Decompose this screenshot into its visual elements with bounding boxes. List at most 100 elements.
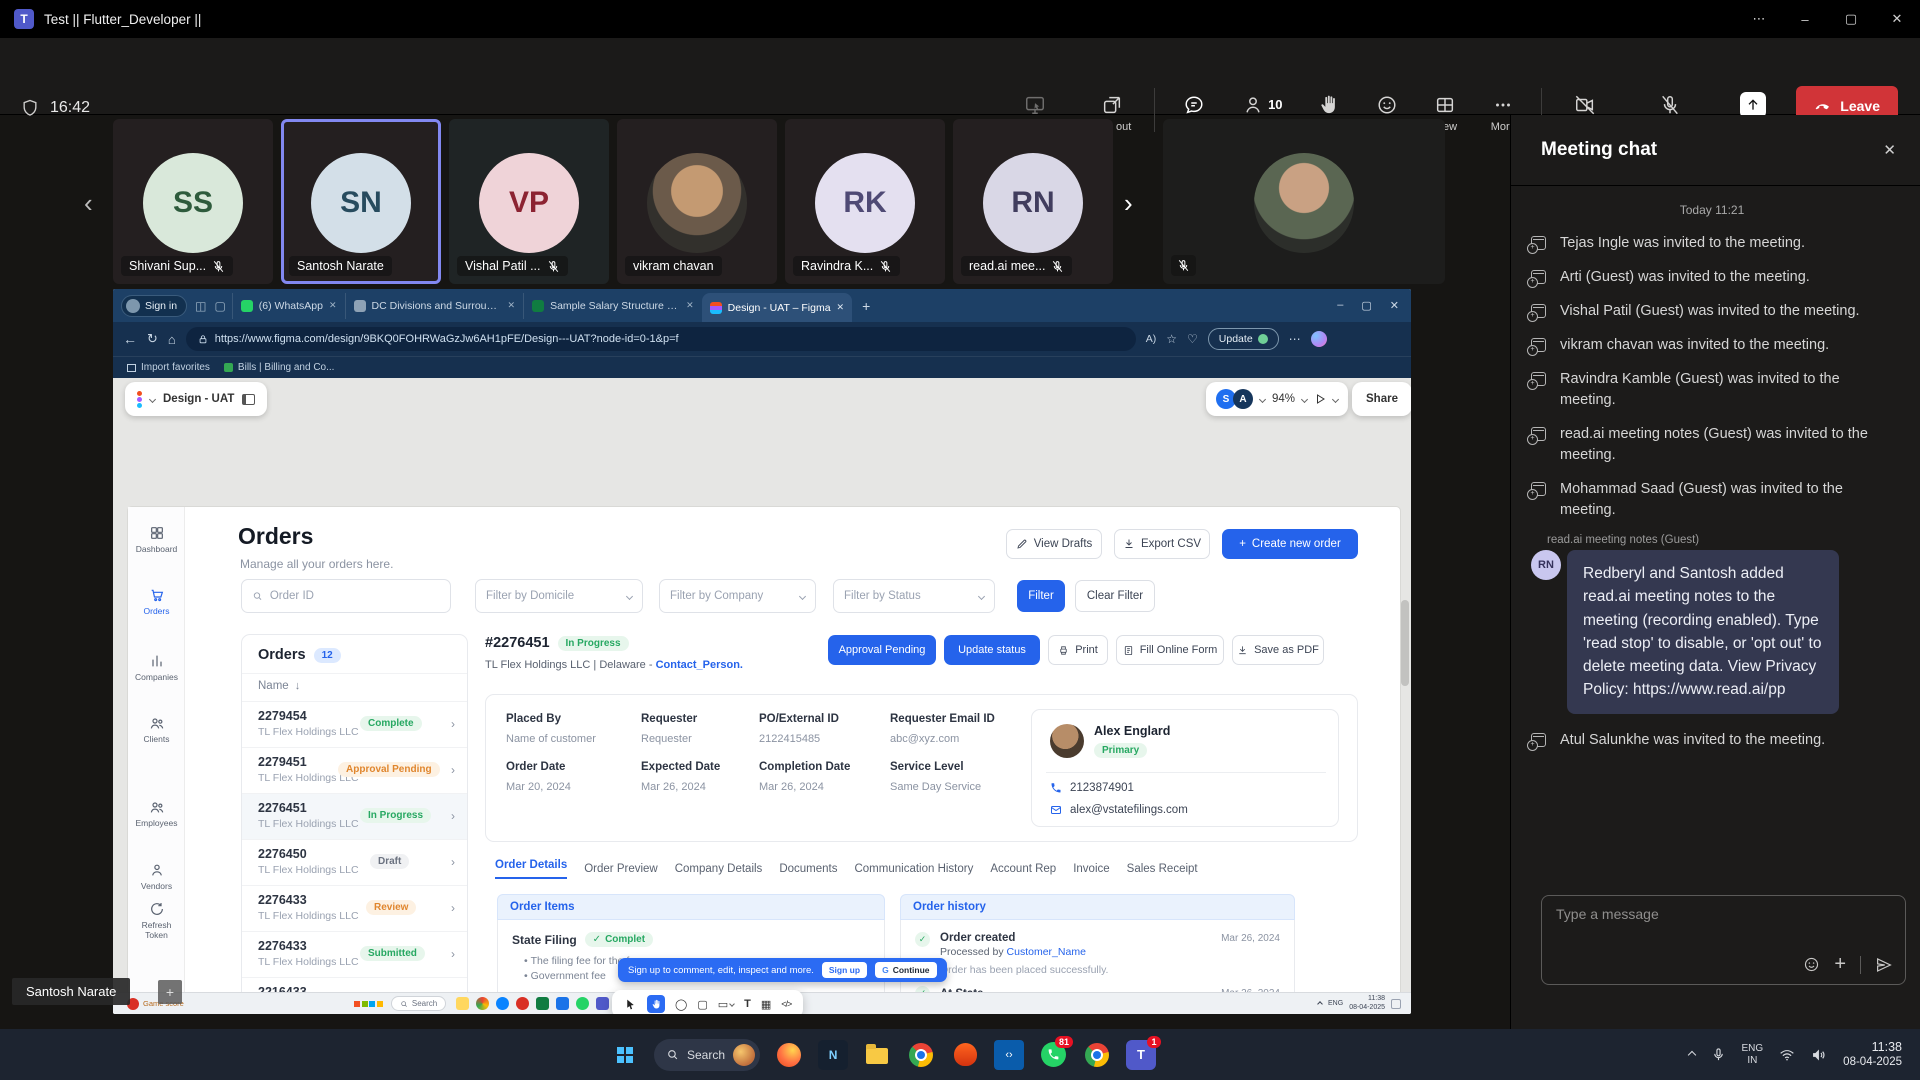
- browser-minimize-icon[interactable]: –: [1337, 299, 1343, 312]
- browser-tab[interactable]: Sample Salary Structure with calc✕: [523, 293, 702, 319]
- presenter-pin-button[interactable]: +: [158, 980, 182, 1004]
- tab-invoice[interactable]: Invoice: [1073, 863, 1109, 875]
- contact-person-link[interactable]: Contact_Person.: [656, 659, 743, 671]
- send-icon[interactable]: [1875, 956, 1893, 974]
- tab-account-rep[interactable]: Account Rep: [990, 863, 1056, 875]
- browser-tab[interactable]: DC Divisions and Surroundings✕: [345, 293, 524, 319]
- bookmark-item[interactable]: Import favorites: [127, 362, 210, 373]
- figma-doc-pill[interactable]: Design - UAT: [125, 382, 267, 416]
- firefox-icon[interactable]: [774, 1040, 804, 1070]
- titlebar-more-icon[interactable]: ⋯: [1736, 0, 1782, 38]
- order-row[interactable]: 2279454TL Flex Holdings LLCComplete›: [242, 701, 467, 747]
- tab-search-icon[interactable]: ▢: [214, 299, 225, 313]
- shared-start-button[interactable]: [354, 1001, 368, 1007]
- shared-app-icon[interactable]: [536, 997, 549, 1010]
- participant-tile-video[interactable]: [1163, 119, 1445, 284]
- browser-maximize-icon[interactable]: ▢: [1361, 299, 1371, 312]
- save-as-pdf-button[interactable]: Save as PDF: [1232, 635, 1324, 665]
- attach-plus-icon[interactable]: +: [1834, 953, 1846, 976]
- maximize-button[interactable]: ▢: [1828, 0, 1874, 38]
- vscode-icon[interactable]: ‹›: [994, 1040, 1024, 1070]
- shared-app-icon[interactable]: [496, 997, 509, 1010]
- customer-name-link[interactable]: Customer_Name: [1007, 946, 1086, 958]
- sidebar-item-refresh-token[interactable]: Refresh Token: [128, 901, 185, 940]
- shared-app-icon[interactable]: [476, 997, 489, 1010]
- home-icon[interactable]: ⌂: [168, 332, 176, 347]
- shared-lang[interactable]: ENG: [1328, 1000, 1343, 1007]
- search-input[interactable]: [270, 590, 440, 602]
- wifi-icon[interactable]: [1779, 1047, 1795, 1063]
- code-tool-icon[interactable]: </>: [781, 999, 791, 1009]
- shared-search-box[interactable]: Search: [391, 996, 446, 1011]
- shared-app-icon[interactable]: [456, 997, 469, 1010]
- text-tool-icon[interactable]: T: [744, 998, 751, 1010]
- participant-tile[interactable]: RK Ravindra K...: [785, 119, 945, 284]
- shared-app-icon[interactable]: [596, 997, 609, 1010]
- carousel-next-icon[interactable]: ›: [1124, 188, 1133, 219]
- sort-icon[interactable]: ↓: [295, 680, 301, 692]
- browser-essentials-icon[interactable]: ♡: [1187, 332, 1198, 346]
- teams-icon[interactable]: T 1: [1126, 1040, 1156, 1070]
- order-row-selected[interactable]: 2276451TL Flex Holdings LLCIn Progress›: [242, 793, 467, 839]
- sidebar-item-employees[interactable]: Employees: [128, 799, 185, 828]
- order-row[interactable]: 2276433TL Flex Holdings LLCReview›: [242, 885, 467, 931]
- tray-chevron-icon[interactable]: [1687, 1050, 1695, 1058]
- contact-phone[interactable]: 2123874901: [1070, 782, 1134, 794]
- fill-online-form-button[interactable]: Fill Online Form: [1116, 635, 1224, 665]
- google-continue-button[interactable]: GContinue: [875, 962, 936, 978]
- tab-close-icon[interactable]: ✕: [837, 302, 845, 313]
- address-bar[interactable]: https://www.figma.com/design/9BKQ0FOHRWa…: [186, 327, 1136, 351]
- emoji-icon[interactable]: [1803, 956, 1820, 973]
- order-id-search[interactable]: [241, 579, 451, 613]
- page-scrollbar[interactable]: [1401, 600, 1409, 686]
- contact-email[interactable]: alex@vstatefilings.com: [1070, 804, 1188, 816]
- update-button[interactable]: Update: [1208, 328, 1279, 350]
- back-icon[interactable]: ←: [123, 331, 137, 347]
- tab-close-icon[interactable]: ✕: [508, 300, 516, 311]
- zoom-chevron-icon[interactable]: [1301, 395, 1308, 402]
- filter-company-select[interactable]: Filter by Company: [659, 579, 816, 613]
- sidebar-item-orders[interactable]: Orders: [128, 587, 185, 616]
- participant-tile-video[interactable]: vikram chavan: [617, 119, 777, 284]
- chrome-icon[interactable]: [906, 1040, 936, 1070]
- language-indicator[interactable]: ENGIN: [1742, 1043, 1764, 1067]
- browser-profile-button[interactable]: Sign in: [121, 295, 187, 317]
- participant-tile[interactable]: RN read.ai mee...: [953, 119, 1113, 284]
- shared-tray-chevron-icon[interactable]: [1317, 1001, 1323, 1007]
- notepad-app-icon[interactable]: N: [818, 1040, 848, 1070]
- start-button[interactable]: [610, 1040, 640, 1070]
- sidebar-item-vendors[interactable]: Vendors: [128, 862, 185, 891]
- layout-panel-icon[interactable]: [242, 394, 255, 405]
- chrome-profile-icon[interactable]: [1082, 1040, 1112, 1070]
- file-explorer-icon[interactable]: [862, 1040, 892, 1070]
- chat-input-box[interactable]: Type a message +: [1541, 895, 1906, 985]
- column-header[interactable]: Name: [258, 680, 289, 692]
- print-button[interactable]: Print: [1048, 635, 1108, 665]
- order-row[interactable]: 2276433TL Flex Holdings LLCSubmitted›: [242, 931, 467, 977]
- chat-close-icon[interactable]: ✕: [1883, 141, 1896, 159]
- shape-tool-icon[interactable]: ▭: [718, 998, 734, 1011]
- tab-order-preview[interactable]: Order Preview: [584, 863, 658, 875]
- taskbar-search[interactable]: Search: [654, 1039, 760, 1071]
- tab-close-icon[interactable]: ✕: [686, 300, 694, 311]
- view-drafts-button[interactable]: View Drafts: [1006, 529, 1102, 559]
- order-row[interactable]: 2276450TL Flex Holdings LLCDraft›: [242, 839, 467, 885]
- export-csv-button[interactable]: Export CSV: [1114, 529, 1210, 559]
- tab-communication-history[interactable]: Communication History: [854, 863, 973, 875]
- sign-up-button[interactable]: Sign up: [822, 962, 867, 978]
- tray-mic-icon[interactable]: [1711, 1047, 1726, 1062]
- whatsapp-icon[interactable]: 81: [1038, 1040, 1068, 1070]
- sidebar-item-dashboard[interactable]: Dashboard: [128, 525, 185, 554]
- shared-app-icon[interactable]: [556, 997, 569, 1010]
- shared-app-icon[interactable]: [576, 997, 589, 1010]
- figma-share-button[interactable]: Share: [1352, 382, 1411, 416]
- shared-notification-icon[interactable]: [1391, 999, 1401, 1009]
- filter-domicile-select[interactable]: Filter by Domicile: [475, 579, 643, 613]
- tab-order-details[interactable]: Order Details: [495, 859, 567, 879]
- browser-close-icon[interactable]: ✕: [1390, 299, 1399, 312]
- volume-icon[interactable]: [1811, 1047, 1827, 1063]
- filter-button[interactable]: Filter: [1017, 580, 1065, 612]
- collaborator-avatar[interactable]: A: [1233, 389, 1253, 409]
- filter-status-select[interactable]: Filter by Status: [833, 579, 995, 613]
- sidebar-item-clients[interactable]: Clients: [128, 715, 185, 744]
